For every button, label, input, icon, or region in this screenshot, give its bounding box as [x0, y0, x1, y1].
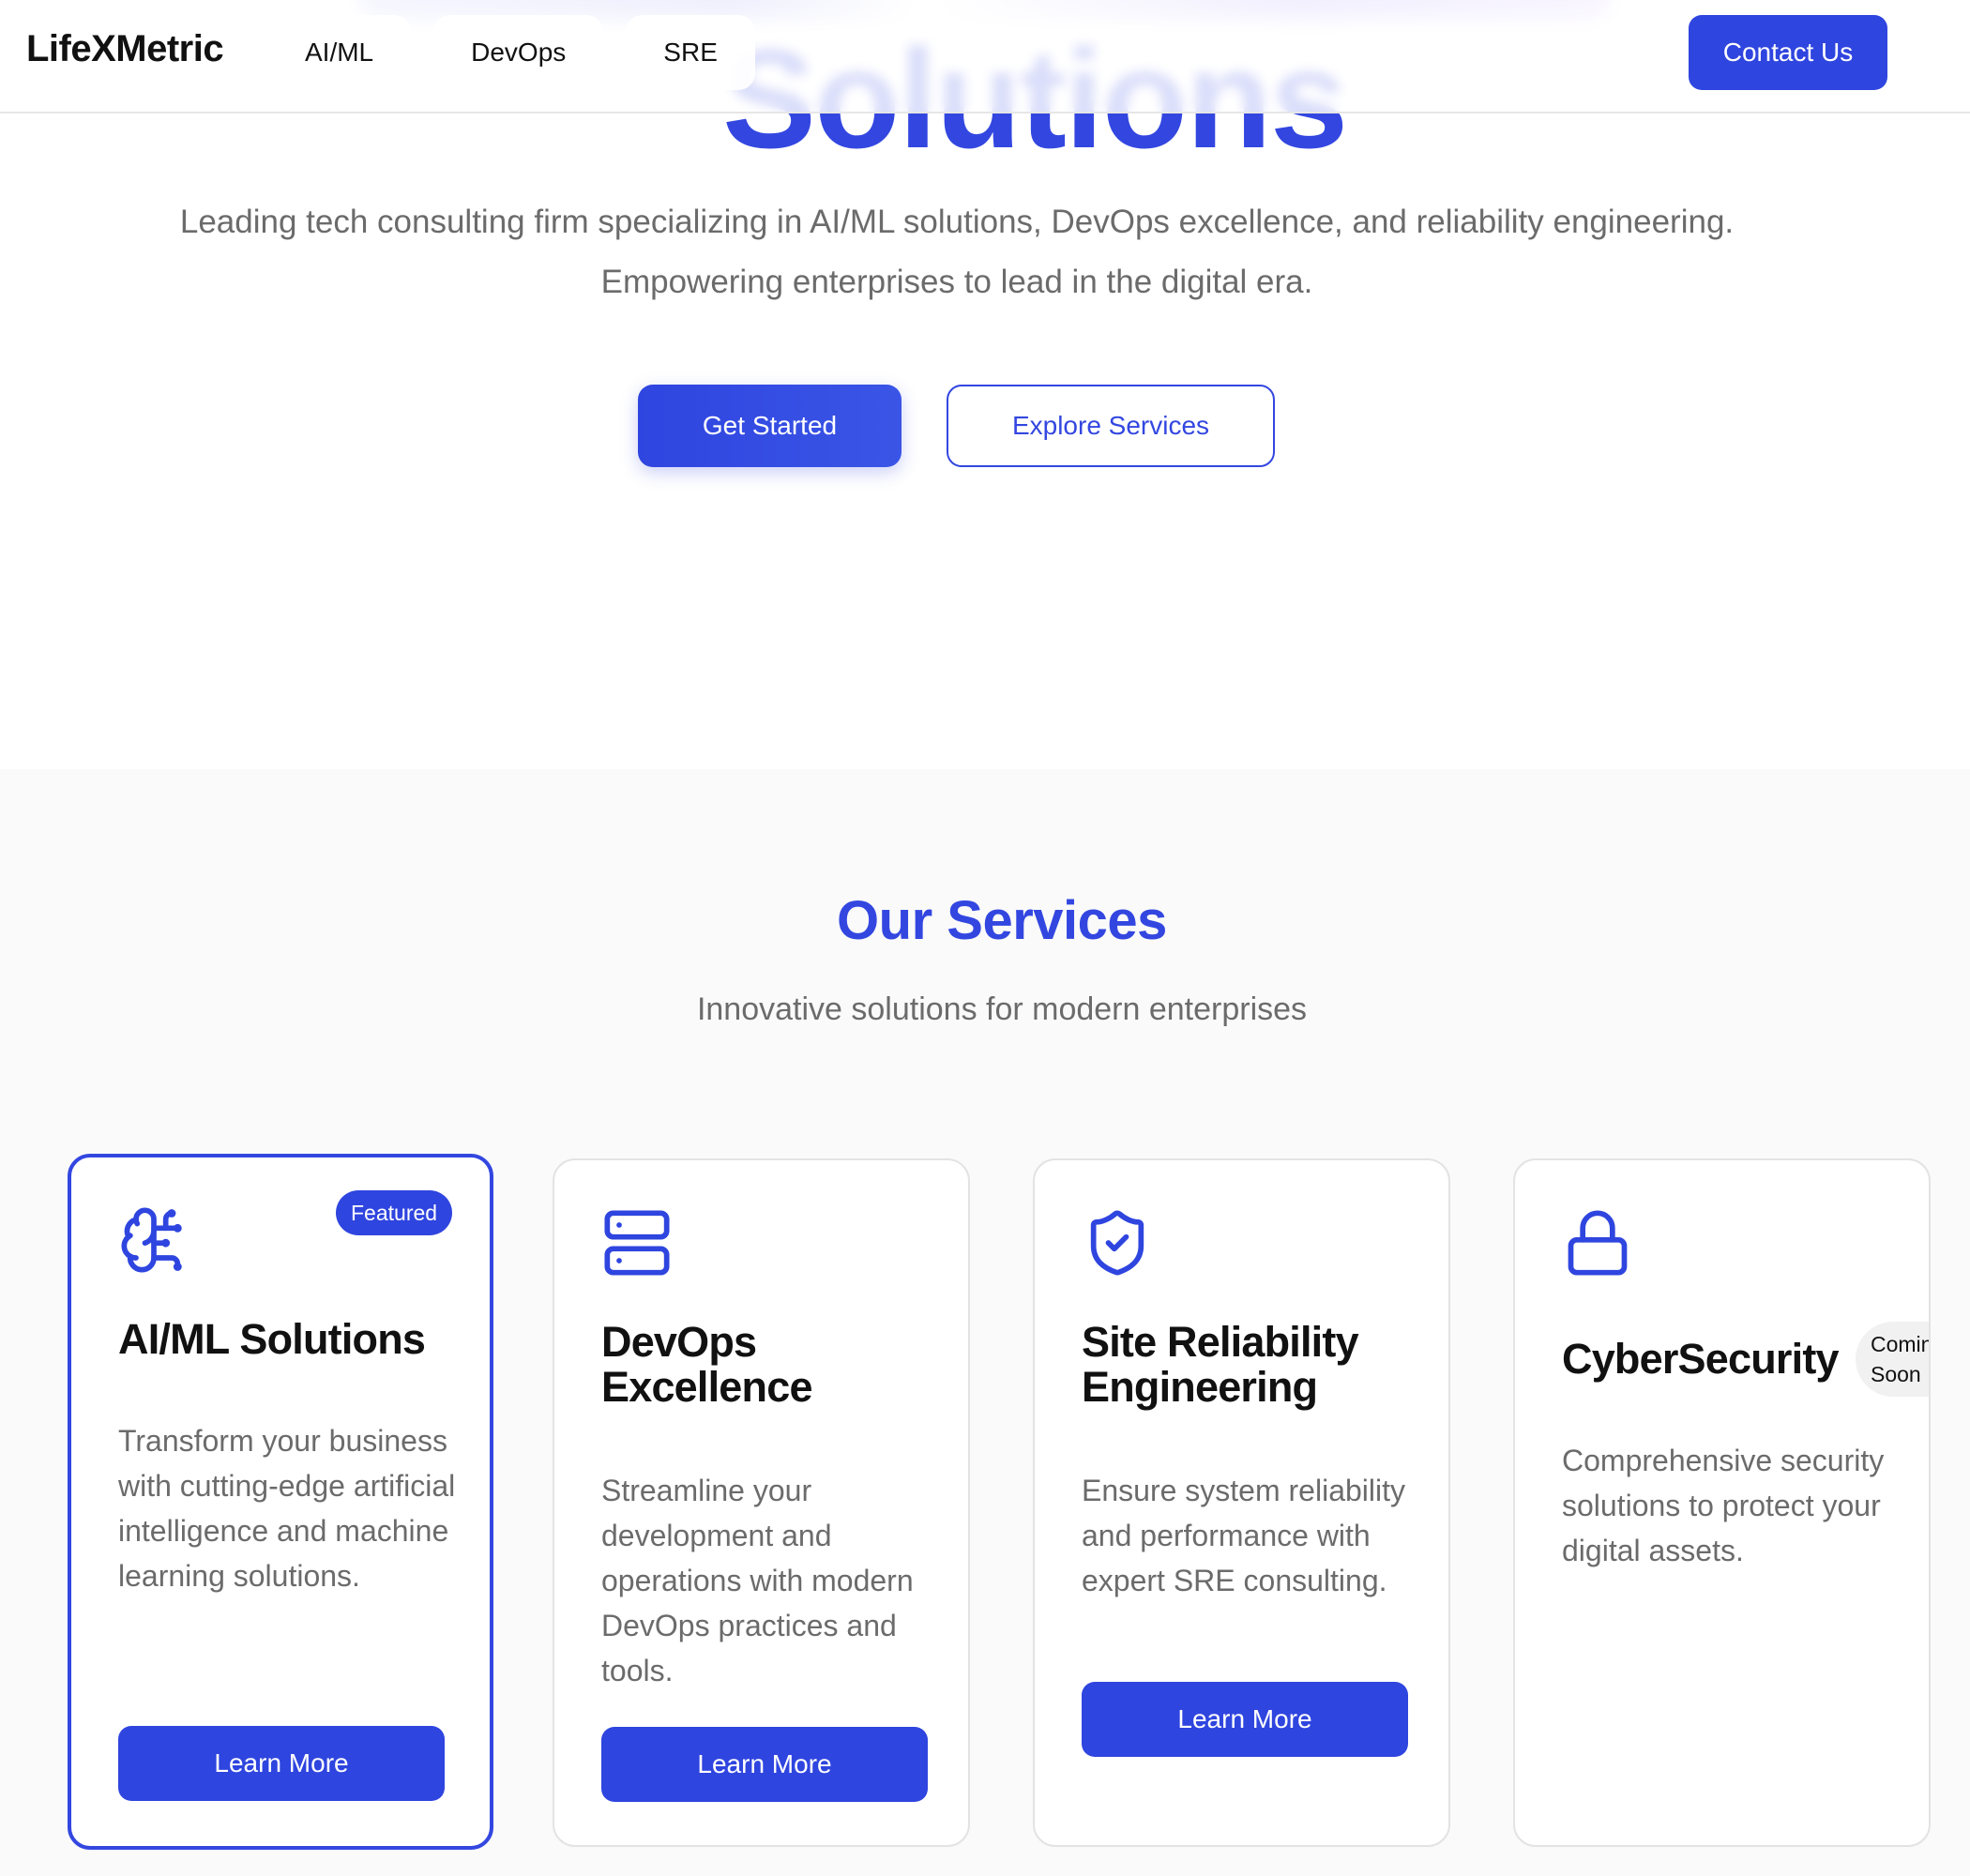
- nav-link-aiml[interactable]: AI/ML: [267, 15, 412, 90]
- learn-more-button[interactable]: Learn More: [1082, 1682, 1408, 1757]
- card-description: Ensure system reliability and performanc…: [1082, 1474, 1405, 1597]
- hero-cta-group: Get Started Explore Services: [638, 385, 1275, 467]
- brain-circuit-icon: [121, 1207, 182, 1273]
- nav-links: AI/ML DevOps SRE: [267, 15, 755, 90]
- nav-link-devops[interactable]: DevOps: [433, 15, 604, 90]
- service-card-sre[interactable]: Site Reliability Engineering Ensure syst…: [1033, 1158, 1450, 1847]
- get-started-button[interactable]: Get Started: [638, 385, 902, 467]
- top-navbar: LifeXMetric AI/ML DevOps SRE Contact Us: [0, 0, 1970, 113]
- learn-more-button[interactable]: Learn More: [118, 1726, 445, 1801]
- hero-subtitle-line-1: Leading tech consulting firm specializin…: [179, 204, 1735, 240]
- coming-soon-badge: Coming Soon: [1856, 1322, 1929, 1397]
- nav-link-sre[interactable]: SRE: [626, 15, 755, 90]
- service-card-aiml[interactable]: Featured AI/ML Solutions Transform your …: [68, 1154, 493, 1850]
- logo[interactable]: LifeXMetric: [26, 28, 224, 70]
- lock-icon: [1568, 1210, 1628, 1276]
- card-title: AI/ML Solutions: [118, 1315, 426, 1363]
- card-description: Streamline your development and operatio…: [601, 1474, 914, 1687]
- services-subheading: Innovative solutions for modern enterpri…: [696, 991, 1308, 1027]
- hero-subtitle: Leading tech consulting firm specializin…: [0, 192, 1914, 312]
- card-title: Site Reliability Engineering: [1082, 1318, 1359, 1411]
- learn-more-button[interactable]: Learn More: [601, 1727, 928, 1802]
- explore-services-button[interactable]: Explore Services: [947, 385, 1275, 467]
- card-title: DevOps Excellence: [601, 1318, 812, 1411]
- featured-badge: Featured: [336, 1190, 453, 1235]
- contact-us-button[interactable]: Contact Us: [1689, 15, 1887, 90]
- server-stack-icon: [604, 1210, 670, 1276]
- card-title: CyberSecurity: [1562, 1335, 1840, 1383]
- hero-section: Solutions Leading tech consulting firm s…: [0, 0, 1970, 769]
- services-heading: Our Services: [837, 890, 1167, 951]
- card-description: Comprehensive security solutions to prot…: [1562, 1444, 1885, 1567]
- service-card-devops[interactable]: DevOps Excellence Streamline your develo…: [553, 1158, 970, 1847]
- shield-check-icon: [1090, 1210, 1144, 1276]
- card-description: Transform your business with cutting-edg…: [118, 1424, 456, 1593]
- hero-subtitle-line-2: Empowering enterprises to lead in the di…: [600, 264, 1313, 300]
- service-card-cybersecurity[interactable]: CyberSecurity Coming Soon Comprehensive …: [1513, 1158, 1931, 1847]
